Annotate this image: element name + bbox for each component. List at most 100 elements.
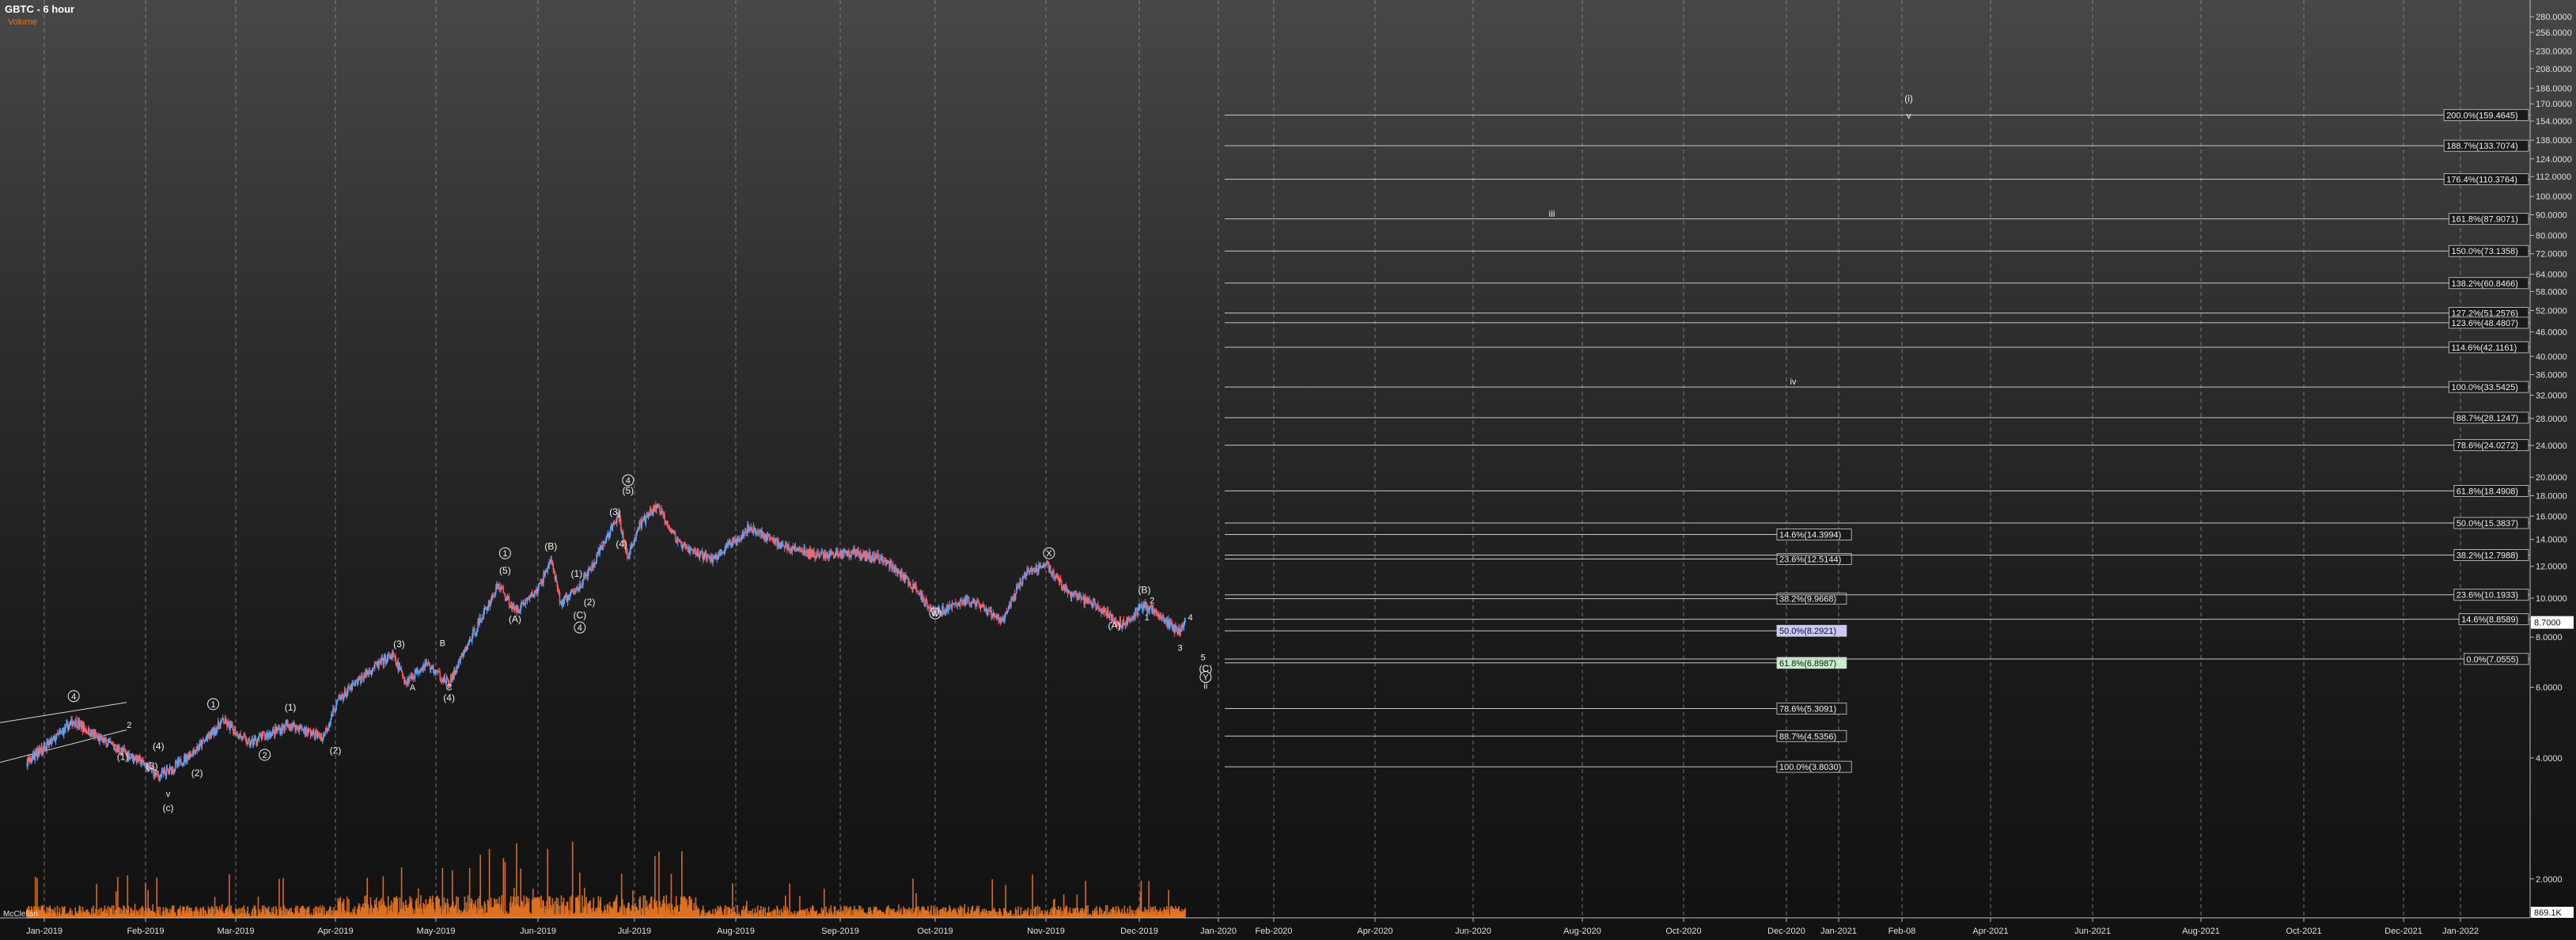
candle-body — [1137, 609, 1138, 616]
wave-label: (2) — [584, 597, 596, 608]
candle-body — [813, 551, 815, 555]
candle-body — [1042, 565, 1044, 567]
candle-body — [107, 742, 109, 746]
wave-annotations: 42(1)(3)(4)(2)v(c)12(1)(2)(3) BA C(4)1(5)(… — [67, 93, 1913, 813]
wave-label: 2 — [1150, 597, 1154, 606]
candle-body — [794, 546, 797, 550]
time-tick-label: Feb-2019 — [127, 927, 164, 936]
fib-upper-label: 38.2%(12.7988) — [2457, 551, 2518, 561]
candle-body — [75, 719, 78, 727]
candle-body — [832, 551, 834, 555]
candle-body — [1160, 616, 1162, 620]
fib-lower-label: 100.0%(3.8030) — [1779, 763, 1841, 772]
candle-body — [970, 603, 972, 605]
wave-label: (A) — [509, 614, 521, 625]
indicator-label: McClellan — [3, 910, 38, 919]
volume-bar — [571, 841, 574, 918]
price-tick-label: 90.0000 — [2536, 210, 2567, 220]
candle-body — [538, 584, 540, 588]
time-tick-label: Apr-2021 — [1972, 927, 2008, 936]
candle-body — [1037, 571, 1039, 573]
time-tick-label: Oct-2021 — [2286, 927, 2321, 936]
fib-upper-label: 176.4%(110.3764) — [2446, 175, 2517, 184]
price-tick-label: 24.0000 — [2536, 442, 2567, 451]
volume-bar — [1148, 881, 1150, 918]
wave-label: 3 — [1178, 643, 1183, 653]
candle-body — [821, 551, 824, 552]
candle-body — [778, 540, 780, 548]
candle-body — [910, 584, 911, 587]
wave-label: 1 — [1145, 613, 1150, 623]
wave-label: (3) — [609, 506, 621, 517]
candle-body — [284, 724, 286, 730]
volume-bar — [823, 889, 825, 918]
wave-label: (3) — [146, 760, 158, 771]
time-tick-label: Dec-2019 — [1120, 927, 1158, 936]
price-axis[interactable]: 280.0000 256.0000 230.0000 208.0000 186.0000… — [2529, 0, 2574, 918]
time-tick-label: Feb-08 — [1888, 927, 1916, 936]
price-tick-label: 6.0000 — [2536, 684, 2563, 693]
candle-body — [923, 598, 925, 604]
fib-upper-label: 23.6%(10.1933) — [2457, 591, 2518, 601]
volume-legend: Volume — [8, 17, 37, 27]
candle-body — [953, 604, 955, 605]
fib-upper-label: 0.0%(7.0555) — [2466, 655, 2518, 665]
time-tick-label: Feb-2020 — [1255, 927, 1292, 936]
candle-body — [1040, 563, 1042, 568]
candle-body — [983, 605, 985, 612]
wave-label: (5) — [623, 485, 635, 496]
candle-body — [1021, 576, 1024, 584]
candle-body — [1029, 570, 1031, 574]
wave-label: (c) — [163, 802, 174, 813]
wave-label: X — [1046, 549, 1052, 559]
wave-label: ii — [1203, 681, 1207, 691]
price-tick-label: 80.0000 — [2536, 231, 2567, 241]
candle-body — [797, 548, 799, 550]
candle-body — [959, 600, 961, 606]
candle-body — [332, 708, 334, 717]
fib-lower-label: 38.2%(9.9668) — [1779, 595, 1836, 605]
candle-body — [756, 531, 759, 534]
candle-body — [1017, 586, 1019, 587]
time-axis[interactable]: Jan-2019 Feb-2019 Mar-2019 Apr-2019 May-2019… — [0, 917, 2530, 936]
candlestick-series — [26, 501, 1186, 783]
candle-body — [782, 543, 784, 546]
candle-body — [943, 612, 945, 614]
price-tick-label: 46.0000 — [2536, 328, 2567, 337]
volume-bar — [1184, 908, 1186, 918]
volume-bar — [789, 883, 790, 918]
candle-body — [65, 725, 66, 730]
fib-upper-label: 88.7%(28.1247) — [2457, 414, 2518, 423]
candle-body — [1025, 575, 1027, 577]
price-tick-label: 138.0000 — [2536, 136, 2572, 146]
price-tick-label: 170.0000 — [2536, 100, 2572, 109]
candle-body — [362, 675, 363, 677]
price-chart[interactable]: 14.6%(14.3994) 23.6%(12.5144) 38.2%(9.9668… — [0, 0, 2576, 940]
candle-body — [759, 533, 760, 535]
volume-bar — [639, 896, 642, 918]
candle-body — [1020, 580, 1022, 583]
candle-body — [712, 558, 714, 563]
candle-body — [1176, 627, 1178, 633]
wave-label: B — [440, 639, 445, 648]
wave-label: W — [931, 609, 940, 619]
candle-body — [948, 608, 949, 612]
fib-upper-label: 78.6%(24.0272) — [2457, 442, 2518, 451]
candle-body — [1004, 614, 1006, 621]
wave-label: (2) — [330, 745, 342, 756]
fib-upper-label: 50.0%(15.3837) — [2457, 519, 2518, 529]
wave-label: (4) — [153, 741, 165, 752]
candle-body — [966, 597, 968, 603]
candle-body — [751, 527, 753, 532]
candle-body — [504, 593, 506, 598]
price-tick-label: 16.0000 — [2536, 512, 2567, 521]
wave-label: A — [410, 683, 416, 692]
wave-label: C — [446, 683, 453, 692]
volume-bar — [1168, 889, 1169, 918]
price-tick-label: 112.0000 — [2536, 172, 2571, 182]
wave-label: (1) — [117, 752, 129, 763]
fib-upper-label: 100.0%(33.5425) — [2452, 383, 2518, 392]
price-tick-label: 20.0000 — [2536, 473, 2567, 483]
volume-histogram — [26, 841, 1186, 918]
fib-upper-label: 200.0%(159.4645) — [2446, 111, 2518, 120]
